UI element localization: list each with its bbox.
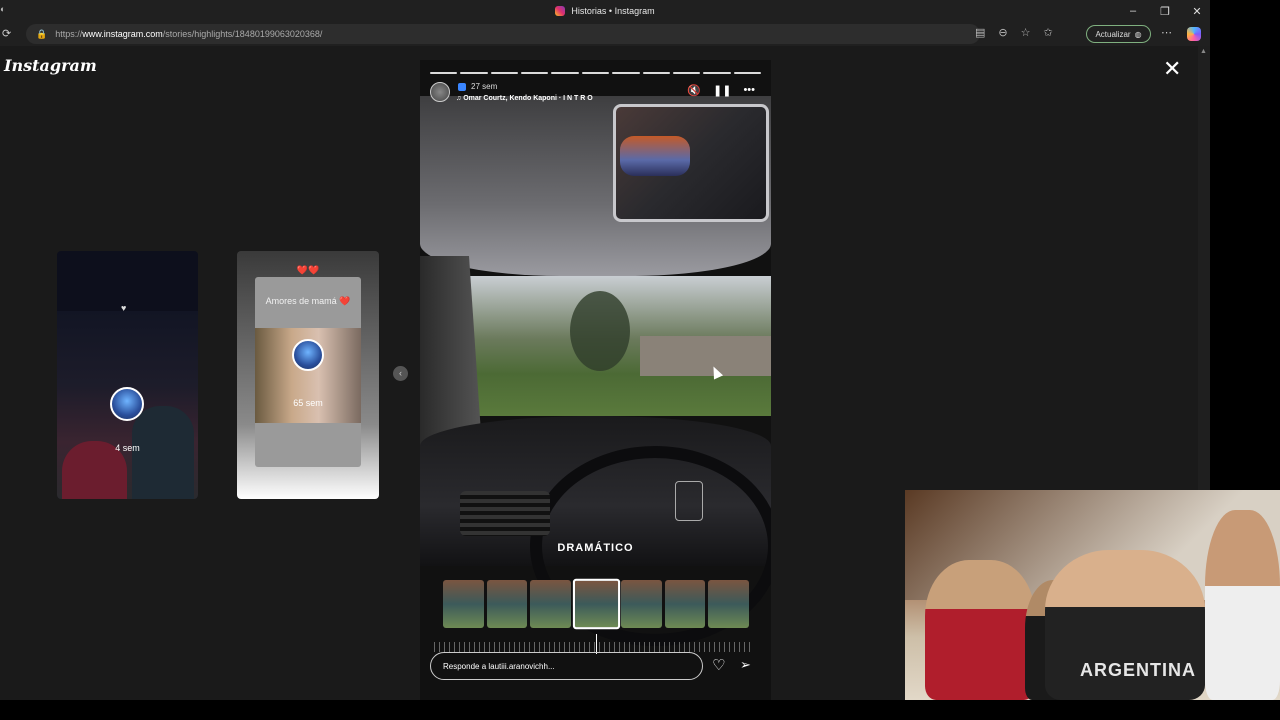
previous-story-button[interactable]: ‹ — [393, 366, 408, 381]
progress-segment — [581, 72, 610, 74]
preview-avatar — [292, 339, 324, 371]
filter-thumb[interactable] — [708, 580, 750, 628]
restore-button[interactable]: ❐ — [1160, 5, 1170, 18]
copilot-icon[interactable] — [1187, 27, 1201, 41]
jersey-text: ARGENTINA — [1080, 660, 1196, 680]
favorites-icon[interactable]: ✩ — [1044, 26, 1053, 39]
address-toolbar: ⟳ 🔒 https://www.instagram.com/stories/hi… — [0, 22, 1210, 46]
story-time: 27 sem — [458, 82, 497, 91]
story-viewer[interactable]: 27 sem ♫ Omar Courtz, Kendo Kaponi · I N… — [420, 60, 771, 700]
scroll-up-icon[interactable]: ▲ — [1200, 48, 1207, 55]
webcam-overlay: ARGENTINA — [905, 490, 1280, 700]
lock-icon[interactable]: 🔒 — [36, 29, 47, 40]
url-path: /stories/highlights/18480199063020368/ — [162, 29, 323, 39]
air-vent — [460, 491, 550, 536]
highlight-badge-icon — [458, 82, 466, 91]
toolbar-icons: ▤ ⊖ ☆ ✩ — [975, 26, 1053, 39]
progress-segment — [733, 72, 761, 74]
progress-segment — [490, 72, 519, 74]
window-title: Historias • Instagram — [0, 0, 1210, 22]
more-icon[interactable]: ••• — [743, 84, 755, 97]
window-titlebar: ◐ Historias • Instagram – ❐ ✕ — [0, 0, 1210, 22]
preview-time: 65 sem — [293, 398, 323, 408]
story-music[interactable]: ♫ Omar Courtz, Kendo Kaponi · I N T R O — [456, 95, 593, 102]
story-header: 27 sem ♫ Omar Courtz, Kendo Kaponi · I N… — [430, 82, 761, 108]
filter-thumb[interactable] — [443, 580, 484, 628]
pause-icon[interactable]: ❚❚ — [713, 84, 731, 97]
building — [640, 336, 771, 376]
filter-thumb[interactable] — [664, 580, 706, 628]
webcam-person — [1205, 510, 1280, 700]
music-label: Omar Courtz, Kendo Kaponi · I N T R O — [463, 95, 593, 102]
tab-title: Historias • Instagram — [571, 6, 655, 16]
filter-thumb-selected[interactable] — [572, 578, 620, 630]
gauge — [675, 481, 703, 521]
heart-icon: ♥ — [121, 303, 127, 313]
reader-view-icon[interactable]: ▤ — [975, 26, 985, 39]
reload-icon[interactable]: ⟳ — [2, 27, 11, 40]
minimize-button[interactable]: – — [1128, 5, 1138, 17]
mute-icon[interactable]: 🔇 — [687, 84, 701, 97]
timeline-playhead[interactable] — [596, 634, 597, 654]
update-button[interactable]: Actualizar ◍ — [1086, 25, 1151, 43]
tracking-icon[interactable]: ⊖ — [998, 26, 1007, 39]
webcam-person — [925, 560, 1035, 700]
story-progress — [430, 72, 761, 74]
reply-row: ♡ ➢ — [430, 652, 761, 682]
url-prefix: https:// — [55, 29, 83, 39]
progress-segment — [551, 72, 579, 74]
story-avatar[interactable] — [430, 82, 450, 102]
preview-avatar — [110, 387, 144, 421]
like-heart-icon[interactable]: ♡ — [712, 656, 725, 674]
reply-input[interactable] — [430, 652, 703, 680]
preview-title: Amores de mamá ❤️ — [265, 296, 351, 306]
progress-segment — [521, 72, 549, 74]
story-preview-1[interactable]: ♥ 4 sem — [57, 251, 198, 499]
filter-label: DRAMÁTICO — [557, 542, 634, 554]
tree — [570, 291, 630, 371]
url-text: https://www.instagram.com/stories/highli… — [55, 29, 322, 39]
preview-time: 4 sem — [115, 443, 140, 453]
filter-thumbnails — [443, 578, 750, 630]
filter-thumb[interactable] — [621, 580, 662, 628]
update-button-label: Actualizar — [1095, 29, 1131, 39]
send-icon[interactable]: ➢ — [740, 657, 751, 673]
profile-icon: ◍ — [1134, 29, 1142, 39]
progress-segment — [612, 72, 640, 74]
progress-segment — [672, 72, 701, 74]
story-controls: 🔇 ❚❚ ••• — [687, 84, 755, 97]
reflection — [620, 136, 690, 176]
window-controls: – ❐ ✕ — [1128, 0, 1202, 22]
filter-thumb[interactable] — [530, 580, 571, 628]
url-host: www.instagram.com — [82, 29, 163, 39]
bottom-bar — [0, 700, 1280, 720]
instagram-logo[interactable]: Instagram — [4, 56, 97, 75]
close-window-button[interactable]: ✕ — [1192, 5, 1202, 18]
progress-segment — [460, 72, 488, 74]
favorite-star-icon[interactable]: ☆ — [1021, 26, 1031, 39]
timeline-scrubber[interactable] — [434, 642, 754, 652]
preview-hearts: ❤️❤️ — [296, 265, 320, 275]
close-story-button[interactable]: ✕ — [1163, 58, 1181, 80]
filter-thumb[interactable] — [486, 580, 528, 628]
url-bar[interactable]: 🔒 https://www.instagram.com/stories/high… — [26, 24, 980, 44]
story-media[interactable] — [420, 96, 771, 646]
progress-segment — [642, 72, 670, 74]
story-time-label: 27 sem — [471, 82, 498, 91]
story-preview-2[interactable]: ❤️❤️ Amores de mamá ❤️ 65 sem — [237, 251, 379, 499]
instagram-favicon-icon — [555, 6, 566, 16]
progress-segment — [703, 72, 731, 74]
progress-segment — [430, 72, 458, 74]
more-options-icon[interactable]: ⋯ — [1161, 26, 1172, 39]
